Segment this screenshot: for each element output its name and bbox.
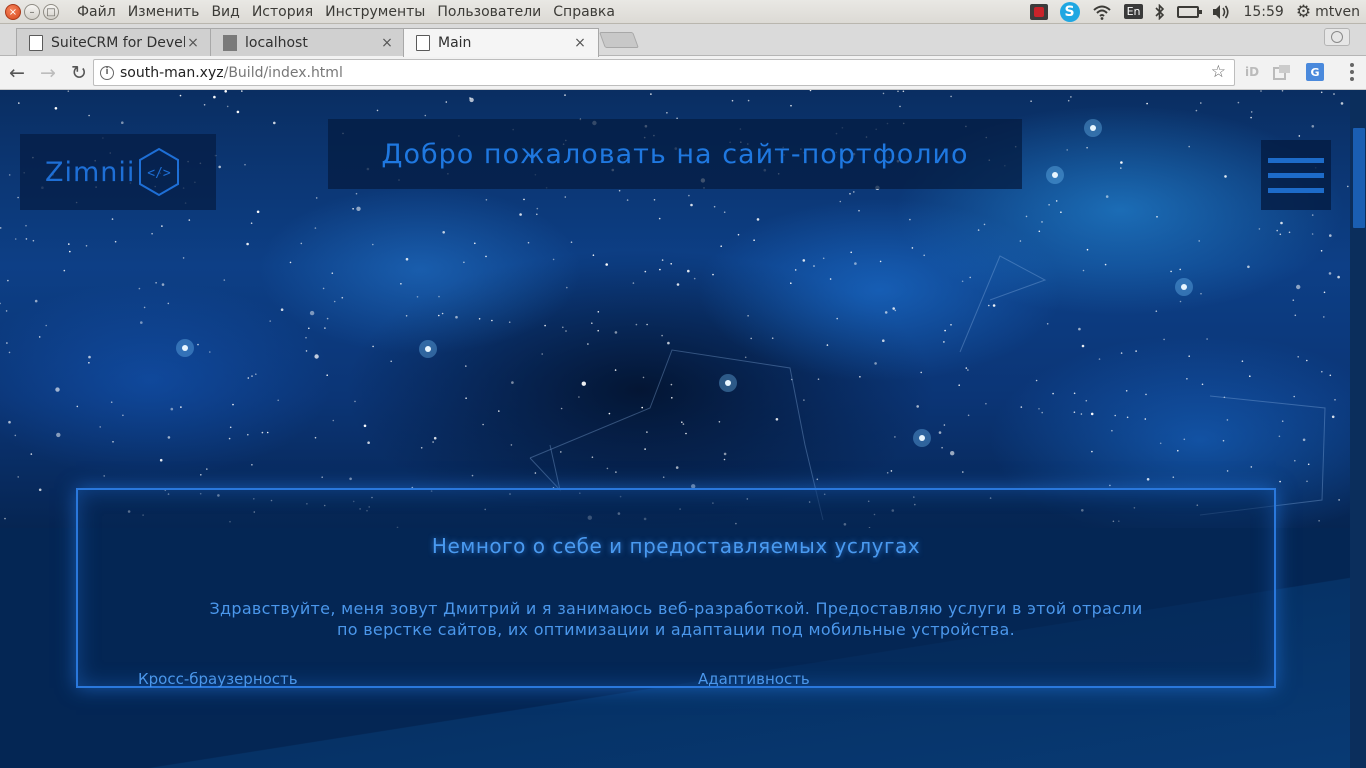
clock[interactable]: 15:59 <box>1237 0 1289 24</box>
address-bar[interactable]: i south-man.xyz/Build/index.html ☆ <box>93 59 1235 86</box>
document-icon <box>29 34 43 51</box>
window-close-icon[interactable]: × <box>5 3 21 20</box>
profile-button[interactable] <box>1324 28 1350 46</box>
window-controls: × – □ <box>5 3 65 20</box>
reload-button[interactable]: ↻ <box>65 59 93 87</box>
extension-screenshot-icon[interactable] <box>1271 61 1293 83</box>
constellation-lines <box>529 255 1326 521</box>
menu-tools[interactable]: Инструменты <box>319 4 431 20</box>
app-menu-bar: Файл Изменить Вид История Инструменты По… <box>71 4 621 20</box>
square-icon <box>223 34 237 51</box>
volume-icon[interactable] <box>1205 0 1237 24</box>
close-icon[interactable]: × <box>572 35 588 51</box>
hamburger-menu-icon[interactable] <box>1261 140 1331 210</box>
menu-file[interactable]: Файл <box>71 4 122 20</box>
tab-localhost[interactable]: localhost × <box>210 28 406 56</box>
welcome-heading: Добро пожаловать на сайт-портфолио <box>381 138 969 170</box>
forward-button[interactable]: → <box>34 59 62 87</box>
scrollbar-thumb[interactable] <box>1353 128 1365 228</box>
menu-history[interactable]: История <box>246 4 319 20</box>
tab-suitecrm[interactable]: SuiteCRM for Devel × <box>16 28 212 56</box>
document-icon <box>416 35 430 51</box>
info-icon[interactable]: i <box>100 65 114 80</box>
keyboard-language-icon[interactable]: En <box>1118 0 1150 24</box>
about-text-line-1: Здравствуйте, меня зовут Дмитрий и я зан… <box>209 599 1143 618</box>
menu-users[interactable]: Пользователи <box>431 4 547 20</box>
menu-help[interactable]: Справка <box>547 4 621 20</box>
feature-adaptive: Адаптивность <box>698 670 810 688</box>
code-hexagon-icon: </> <box>139 147 180 197</box>
user-icon <box>1331 31 1343 43</box>
user-name: mtven <box>1315 3 1360 20</box>
window-maximize-icon[interactable]: □ <box>43 3 59 20</box>
tab-main[interactable]: Main × <box>403 28 599 57</box>
os-top-panel: × – □ Файл Изменить Вид История Инструме… <box>0 0 1366 24</box>
close-icon[interactable]: × <box>379 35 395 51</box>
back-button[interactable]: ← <box>3 59 31 87</box>
url-host: south-man.xyz <box>120 64 224 81</box>
about-text: Здравствуйте, меня зовут Дмитрий и я зан… <box>118 598 1234 640</box>
browser-toolbar: ← → ↻ i south-man.xyz/Build/index.html ☆ <box>0 56 1366 90</box>
logo-code-text: </> <box>148 166 172 181</box>
site-logo[interactable]: Zimnii </> <box>20 134 216 210</box>
hero-section: Zimnii </> Добро пожаловать на сайт-порт… <box>0 90 1350 528</box>
google-translate-icon[interactable]: G <box>1306 63 1324 81</box>
wifi-icon[interactable] <box>1086 0 1118 24</box>
skype-icon[interactable]: S <box>1054 0 1086 24</box>
welcome-banner: Добро пожаловать на сайт-портфолио <box>328 119 1022 189</box>
chrome-menu-icon[interactable] <box>1350 63 1354 81</box>
about-title: Немного о себе и предоставляемых услугах <box>431 534 921 558</box>
session-menu[interactable]: ⚙ mtven <box>1290 0 1366 24</box>
close-icon[interactable]: × <box>185 35 201 51</box>
gear-icon: ⚙ <box>1295 1 1312 22</box>
tab-strip: SuiteCRM for Devel × localhost × Main × <box>0 24 1366 57</box>
about-text-line-2: по верстке сайтов, их оптимизации и адап… <box>336 620 1016 639</box>
record-icon[interactable] <box>1024 0 1054 24</box>
system-tray: S En 15:59 ⚙ mtven <box>1024 0 1366 24</box>
battery-icon[interactable] <box>1171 0 1205 24</box>
bookmark-star-icon[interactable]: ☆ <box>1211 62 1226 82</box>
new-tab-button[interactable] <box>599 32 639 48</box>
url-path: /Build/index.html <box>223 64 343 81</box>
extension-id-icon[interactable]: iD <box>1241 61 1263 83</box>
menu-edit[interactable]: Изменить <box>122 4 206 20</box>
logo-text: Zimnii <box>45 156 136 188</box>
menu-view[interactable]: Вид <box>205 4 245 20</box>
feature-cross-browser: Кросс-браузерность <box>138 670 298 688</box>
about-card: Немного о себе и предоставляемых услугах… <box>76 488 1276 688</box>
bluetooth-icon[interactable] <box>1149 0 1171 24</box>
window-minimize-icon[interactable]: – <box>24 3 40 20</box>
